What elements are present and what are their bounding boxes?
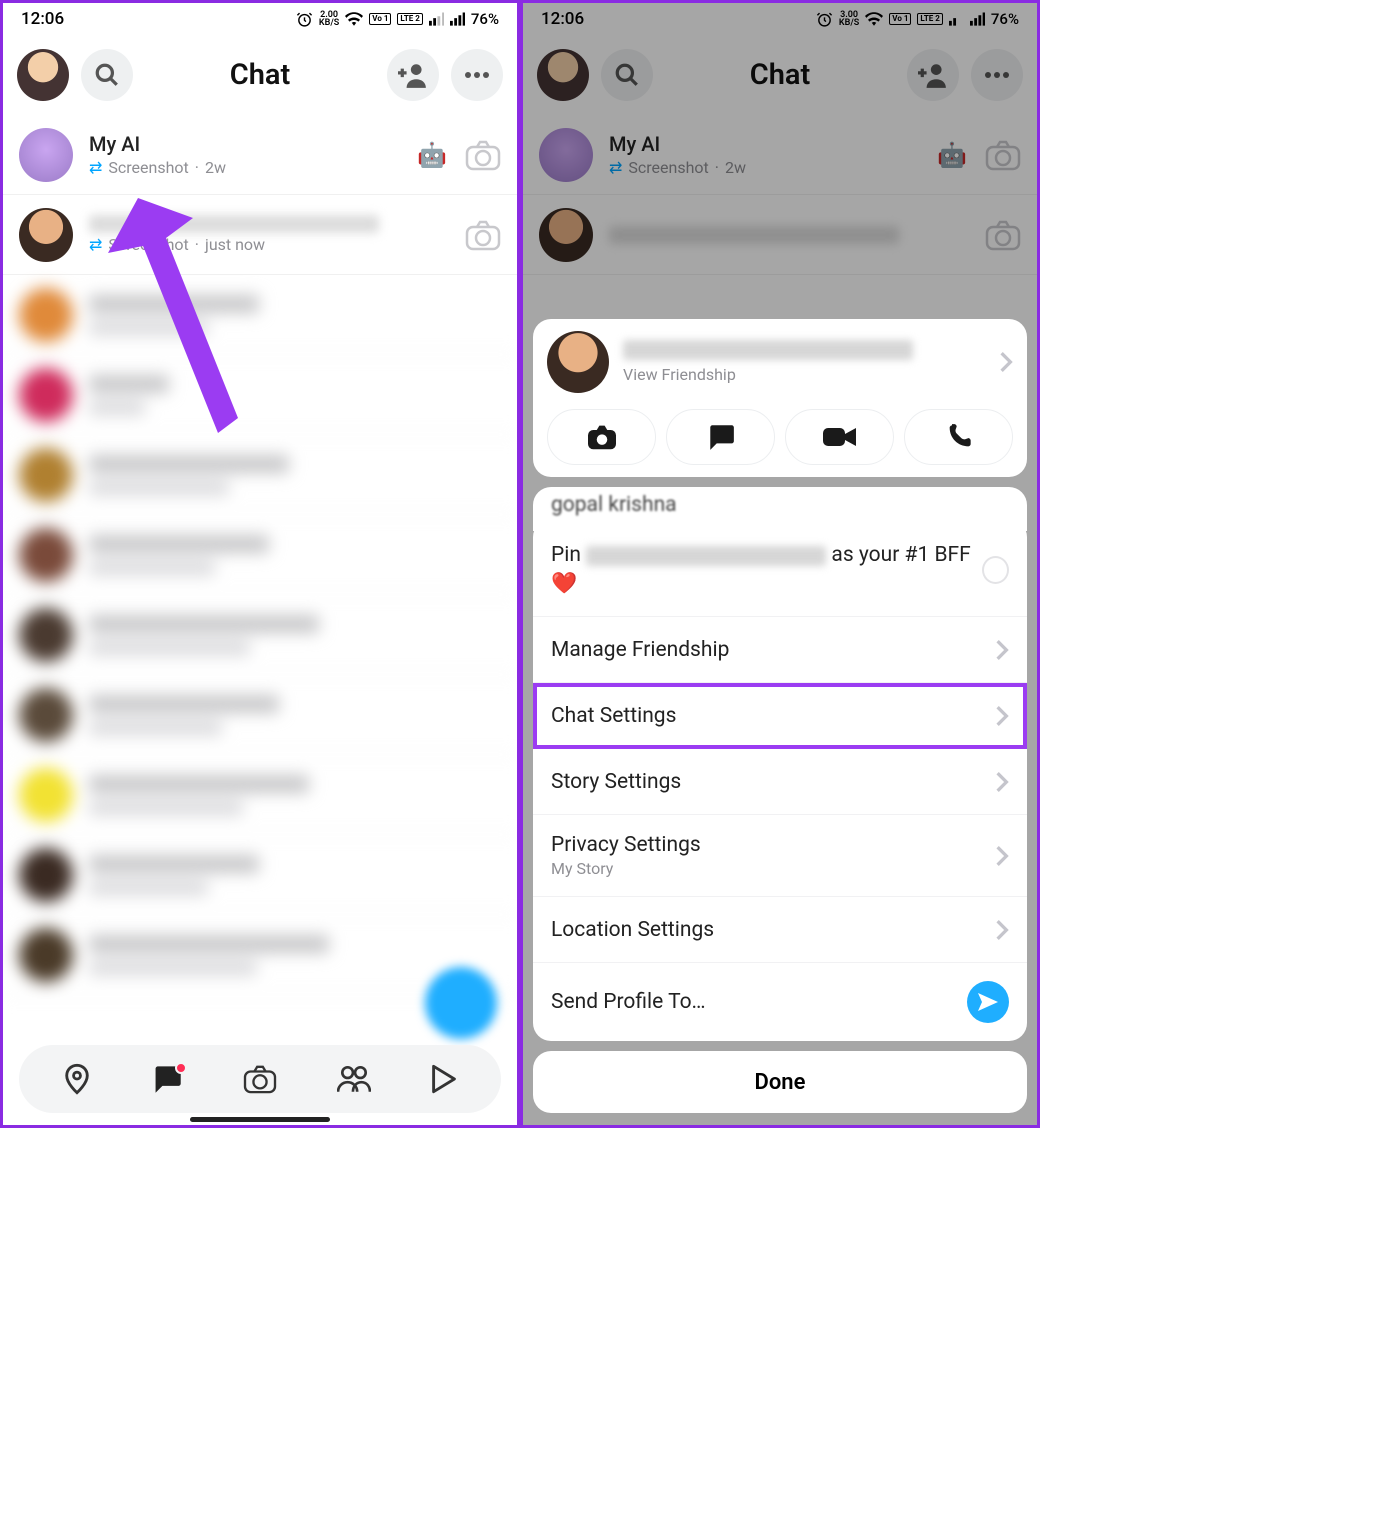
more-icon bbox=[464, 71, 490, 79]
screenshot-left: 12:06 2.00 KB/S Vo 1 LTE 2 76% Chat bbox=[0, 0, 520, 1128]
chat-name: My AI bbox=[89, 132, 417, 156]
chat-header: Chat bbox=[3, 35, 517, 115]
alarm-icon bbox=[296, 11, 313, 28]
camera-icon[interactable] bbox=[465, 137, 501, 173]
search-button[interactable] bbox=[81, 49, 133, 101]
chat-row-myai[interactable]: My AI ⇄ Screenshot · 2w 🤖 bbox=[3, 115, 517, 195]
audio-call-button[interactable] bbox=[904, 409, 1013, 465]
people-icon bbox=[337, 1065, 371, 1093]
camera-icon bbox=[586, 423, 618, 451]
view-friendship-label: View Friendship bbox=[623, 365, 985, 384]
new-chat-fab[interactable] bbox=[425, 967, 497, 1039]
nav-stories[interactable] bbox=[337, 1065, 371, 1093]
chevron-right-icon bbox=[995, 771, 1009, 793]
more-button[interactable] bbox=[451, 49, 503, 101]
chat-subtitle: ⇄ Screenshot · 2w bbox=[89, 158, 417, 177]
chevron-right-icon bbox=[995, 919, 1009, 941]
chat-list[interactable]: My AI ⇄ Screenshot · 2w 🤖 ⇄ Screenshot ·… bbox=[3, 115, 517, 995]
map-pin-icon bbox=[63, 1063, 91, 1095]
notification-dot bbox=[175, 1062, 187, 1074]
chat-row-blurred[interactable] bbox=[3, 755, 517, 835]
status-bar: 12:06 2.00 KB/S Vo 1 LTE 2 76% bbox=[3, 3, 517, 35]
chat-name-blurred bbox=[89, 215, 379, 233]
snap-button[interactable] bbox=[547, 409, 656, 465]
play-icon bbox=[431, 1064, 457, 1094]
chat-row-blurred[interactable] bbox=[3, 355, 517, 435]
send-icon bbox=[967, 981, 1009, 1023]
page-title: Chat bbox=[230, 58, 290, 92]
chat-row-blurred[interactable] bbox=[3, 435, 517, 515]
screenshot-icon: ⇄ bbox=[89, 235, 102, 254]
manage-friendship-row[interactable]: Manage Friendship bbox=[533, 617, 1027, 683]
lte-badge: LTE 2 bbox=[397, 13, 422, 25]
signal-icon-2 bbox=[450, 12, 465, 26]
camera-icon bbox=[243, 1064, 277, 1094]
chevron-right-icon bbox=[995, 705, 1009, 727]
phone-icon bbox=[945, 423, 973, 451]
send-profile-row[interactable]: Send Profile To… bbox=[533, 963, 1027, 1041]
story-settings-row[interactable]: Story Settings bbox=[533, 749, 1027, 815]
battery-percent: 76% bbox=[471, 10, 499, 28]
chat-row-blurred[interactable] bbox=[3, 835, 517, 915]
pin-bff-label: Pin as your #1 BFF ❤️ bbox=[551, 541, 982, 598]
chat-row-blurred[interactable] bbox=[3, 595, 517, 675]
nav-map[interactable] bbox=[63, 1063, 91, 1095]
bottom-nav bbox=[19, 1045, 501, 1113]
wifi-icon bbox=[345, 12, 363, 26]
vo-badge: Vo 1 bbox=[369, 13, 391, 25]
status-time: 12:06 bbox=[21, 9, 64, 29]
chat-icon bbox=[706, 423, 736, 451]
done-button[interactable]: Done bbox=[533, 1051, 1027, 1113]
privacy-settings-row[interactable]: Privacy Settings My Story bbox=[533, 815, 1027, 897]
location-settings-row[interactable]: Location Settings bbox=[533, 897, 1027, 963]
profile-avatar[interactable] bbox=[17, 49, 69, 101]
signal-icon-1 bbox=[429, 12, 444, 26]
radio-unchecked[interactable] bbox=[982, 556, 1009, 584]
search-icon bbox=[94, 62, 120, 88]
chat-subtitle: ⇄ Screenshot · just now bbox=[89, 235, 465, 254]
settings-list: Pin as your #1 BFF ❤️ Manage Friendship … bbox=[533, 519, 1027, 1041]
pin-bff-row[interactable]: Pin as your #1 BFF ❤️ bbox=[533, 523, 1027, 617]
avatar bbox=[547, 331, 609, 393]
profile-card: View Friendship bbox=[533, 319, 1027, 477]
video-icon bbox=[823, 426, 857, 448]
chat-row-blurred[interactable] bbox=[3, 675, 517, 755]
add-friend-icon bbox=[398, 62, 428, 88]
context-menu-sheet: View Friendship gopal krishn bbox=[533, 319, 1027, 1125]
avatar bbox=[19, 208, 73, 262]
chevron-right-icon bbox=[995, 639, 1009, 661]
camera-icon[interactable] bbox=[465, 217, 501, 253]
avatar bbox=[19, 128, 73, 182]
add-friend-button[interactable] bbox=[387, 49, 439, 101]
chevron-right-icon bbox=[995, 845, 1009, 867]
data-rate: 2.00 KB/S bbox=[319, 11, 339, 27]
chat-row-blurred[interactable] bbox=[3, 515, 517, 595]
friend-name-blurred bbox=[623, 340, 913, 360]
nav-chat[interactable] bbox=[151, 1064, 183, 1094]
chat-row-friend[interactable]: ⇄ Screenshot · just now bbox=[3, 195, 517, 275]
home-indicator bbox=[190, 1117, 330, 1122]
view-friendship-row[interactable]: View Friendship bbox=[547, 331, 1013, 393]
chat-settings-row[interactable]: Chat Settings bbox=[533, 683, 1027, 749]
chat-row-blurred[interactable] bbox=[3, 275, 517, 355]
chevron-right-icon bbox=[999, 351, 1013, 373]
nav-camera[interactable] bbox=[243, 1064, 277, 1094]
screenshot-icon: ⇄ bbox=[89, 158, 102, 177]
chat-button[interactable] bbox=[666, 409, 775, 465]
status-right: 2.00 KB/S Vo 1 LTE 2 76% bbox=[296, 10, 499, 28]
screenshot-right: 12:06 3.00KB/S Vo 1 LTE 2 76% Chat bbox=[520, 0, 1040, 1128]
video-call-button[interactable] bbox=[785, 409, 894, 465]
robot-icon: 🤖 bbox=[417, 141, 447, 169]
nav-spotlight[interactable] bbox=[431, 1064, 457, 1094]
